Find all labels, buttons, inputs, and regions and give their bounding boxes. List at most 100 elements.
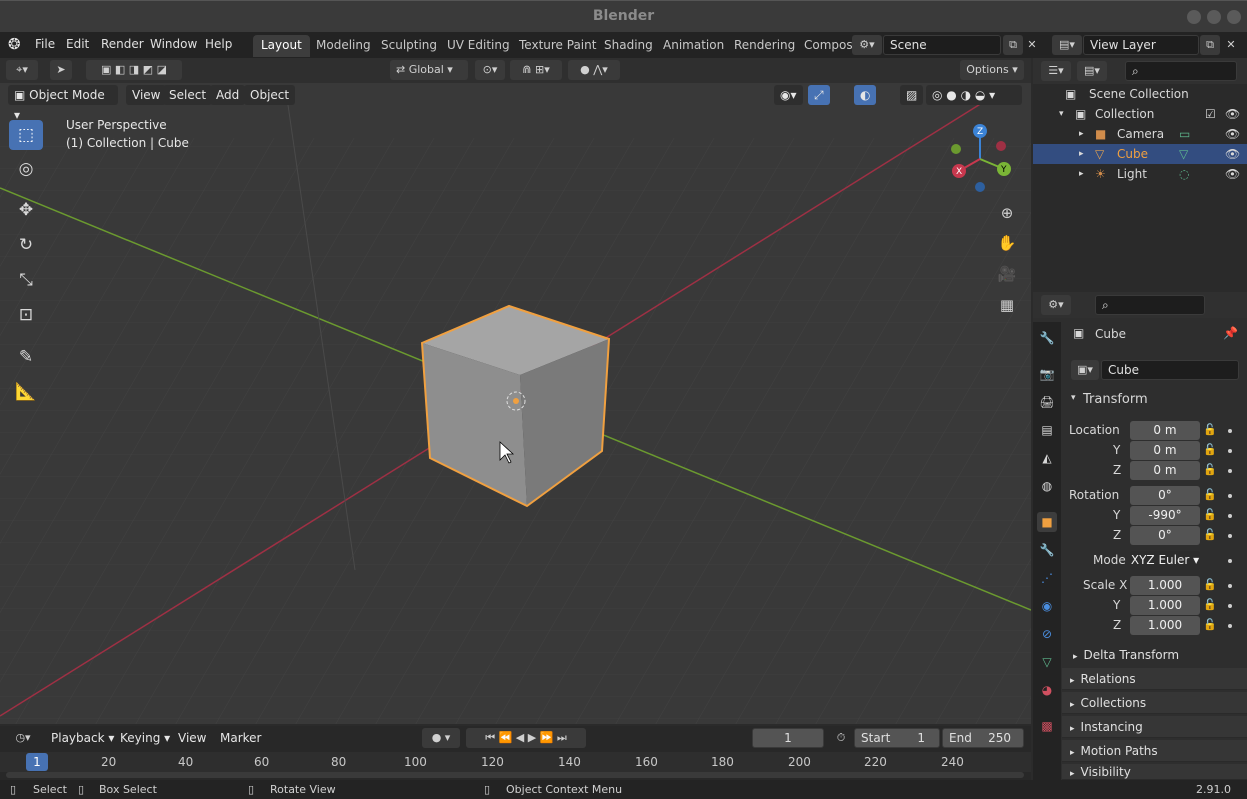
keyframe-dot[interactable]	[1228, 514, 1232, 518]
active-tool-icon[interactable]: ➤	[50, 60, 72, 80]
lock-icon[interactable]: 🔓	[1203, 443, 1217, 456]
physics-tab-icon[interactable]: ◉	[1037, 596, 1057, 616]
eye-icon[interactable]: 👁	[1225, 104, 1240, 124]
expand-icon[interactable]: ▸	[1079, 144, 1084, 164]
close-icon[interactable]	[1227, 10, 1241, 24]
scene-name-field[interactable]: Scene	[883, 35, 1001, 55]
collapse-icon[interactable]: ▾	[1059, 104, 1064, 124]
eye-icon[interactable]: 👁	[1225, 144, 1240, 164]
preview-range-icon[interactable]: ⏱	[832, 728, 850, 748]
record-icon[interactable]: ● ▾	[422, 728, 460, 748]
measure-icon[interactable]: 📐	[9, 377, 43, 407]
texture-tab-icon[interactable]: ▩	[1037, 716, 1057, 736]
mode-dropdown[interactable]: ▣ Object Mode ▾	[8, 85, 118, 122]
start-frame-field[interactable]: Start 1	[854, 728, 940, 748]
menu-edit[interactable]: Edit	[66, 37, 89, 51]
outliner-scene-collection[interactable]: ▣ Scene Collection	[1033, 84, 1247, 104]
rotation-y-field[interactable]: -990°	[1130, 506, 1200, 525]
keyframe-dot[interactable]	[1228, 604, 1232, 608]
eye-icon[interactable]: 👁	[1225, 164, 1240, 184]
tab-layout[interactable]: Layout	[253, 35, 310, 57]
current-frame-field[interactable]: 1	[752, 728, 824, 748]
rotation-x-field[interactable]: 0°	[1130, 486, 1200, 505]
collapse-icon[interactable]: ▾	[1071, 393, 1076, 403]
overlay-icon[interactable]: ◐	[854, 85, 877, 105]
menu-file[interactable]: File	[35, 37, 55, 51]
move-icon[interactable]: ✥	[9, 195, 43, 225]
playback-controls[interactable]: ⏮ ⏪ ◀ ▶ ⏩ ⏭	[466, 728, 586, 748]
select-mode-icons[interactable]: ▣ ◧ ◨ ◩ ◪	[86, 60, 182, 80]
lock-icon[interactable]: 🔓	[1203, 488, 1217, 501]
tab-texture-paint[interactable]: Texture Paint	[511, 35, 604, 57]
collections-panel[interactable]: ▸ Collections	[1062, 692, 1247, 714]
particles-tab-icon[interactable]: ⋰	[1037, 568, 1057, 588]
outliner-search-input[interactable]: ⌕	[1125, 61, 1237, 81]
keyframe-dot[interactable]	[1228, 559, 1232, 563]
tab-shading[interactable]: Shading	[596, 35, 661, 57]
scene-tab-icon[interactable]: ◭	[1037, 448, 1057, 468]
tab-sculpting[interactable]: Sculpting	[373, 35, 445, 57]
eye-icon[interactable]: 👁	[1225, 124, 1240, 144]
render-tab-icon[interactable]: 📷	[1037, 364, 1057, 384]
visibility-icon[interactable]: ◉▾	[774, 85, 803, 105]
playback-menu[interactable]: Playback ▾	[45, 728, 120, 748]
checkbox-icon[interactable]: ☑	[1205, 104, 1216, 124]
keyframe-dot[interactable]	[1228, 534, 1232, 538]
camera-view-icon[interactable]: 🎥	[994, 261, 1020, 287]
menu-object[interactable]: Object	[244, 85, 296, 105]
outliner-item-light[interactable]: ▸ ☀ Light ◌ 👁	[1033, 164, 1247, 184]
modifier-tab-icon[interactable]: 🔧	[1037, 540, 1057, 560]
relations-panel[interactable]: ▸ Relations	[1062, 668, 1247, 690]
keying-menu[interactable]: Keying ▾	[114, 728, 176, 748]
view-layer-remove-icon[interactable]: ✕	[1222, 35, 1240, 55]
xray-icon[interactable]: ▨	[900, 85, 924, 105]
marker-menu[interactable]: Marker	[214, 728, 267, 748]
ortho-toggle-icon[interactable]: ▦	[994, 292, 1020, 318]
material-tab-icon[interactable]: ◕	[1037, 680, 1057, 700]
keyframe-dot[interactable]	[1228, 624, 1232, 628]
zoom-icon[interactable]: ⊕	[994, 200, 1020, 226]
blender-logo-icon[interactable]: ❂	[8, 35, 21, 53]
lock-icon[interactable]: 🔓	[1203, 618, 1217, 631]
timeline-ruler[interactable]: 1 20 40 60 80 100 120 140 160 180 200 22…	[0, 752, 1031, 772]
location-x-field[interactable]: 0 m	[1130, 421, 1200, 440]
view-layer-copy-icon[interactable]: ⧉	[1200, 35, 1220, 55]
orientation-dropdown[interactable]: ⇄ Global ▾	[390, 60, 468, 80]
outliner-collection[interactable]: ▾ ▣ Collection ☑ 👁	[1033, 104, 1247, 124]
options-dropdown[interactable]: Options ▾	[960, 60, 1024, 80]
constraints-tab-icon[interactable]: ⊘	[1037, 624, 1057, 644]
scene-copy-icon[interactable]: ⧉	[1003, 35, 1023, 55]
editor-type-icon[interactable]: ⌖▾	[6, 60, 38, 80]
visibility-panel[interactable]: ▸ Visibility	[1062, 764, 1247, 780]
outliner-editor-icon[interactable]: ☰▾	[1041, 61, 1071, 81]
rotate-icon[interactable]: ↻	[9, 230, 43, 260]
keyframe-dot[interactable]	[1228, 469, 1232, 473]
rotation-mode-dropdown[interactable]: XYZ Euler ▾	[1130, 551, 1200, 570]
navigation-gizmo[interactable]: Z Y X	[942, 121, 1022, 201]
menu-help[interactable]: Help	[205, 37, 232, 51]
view-layer-browse-icon[interactable]: ▤▾	[1052, 35, 1082, 55]
scale-y-field[interactable]: 1.000	[1130, 596, 1200, 615]
object-tab-icon[interactable]: ■	[1037, 512, 1057, 532]
menu-window[interactable]: Window	[150, 37, 197, 51]
menu-view[interactable]: View	[126, 85, 167, 105]
scale-icon[interactable]: ⤡	[9, 265, 43, 295]
select-box-icon[interactable]: ⬚	[9, 120, 43, 150]
keyframe-dot[interactable]	[1228, 429, 1232, 433]
scene-browse-icon[interactable]: ⚙▾	[852, 35, 882, 55]
scale-x-field[interactable]: 1.000	[1130, 576, 1200, 595]
menu-select[interactable]: Select	[163, 85, 213, 105]
tool-tab-icon[interactable]: 🔧	[1037, 328, 1057, 348]
timeline-view-menu[interactable]: View	[172, 728, 212, 748]
data-tab-icon[interactable]: ▽	[1037, 652, 1057, 672]
lock-icon[interactable]: 🔓	[1203, 528, 1217, 541]
transform-icon[interactable]: ⊡	[9, 300, 43, 330]
outliner-item-camera[interactable]: ▸ ■ Camera ▭ 👁	[1033, 124, 1247, 144]
scene-remove-icon[interactable]: ✕	[1024, 35, 1040, 55]
pan-icon[interactable]: ✋	[994, 230, 1020, 256]
lock-icon[interactable]: 🔓	[1203, 508, 1217, 521]
pin-icon[interactable]: 📌	[1223, 326, 1238, 340]
view-layer-field[interactable]: View Layer	[1083, 35, 1199, 55]
end-frame-field[interactable]: End 250	[942, 728, 1024, 748]
3d-viewport[interactable]: ⌖▾ ➤ ▣ ◧ ◨ ◩ ◪ ⇄ Global ▾ ⊙▾ ⋒ ⊞▾ ● ⋀▾ O…	[0, 58, 1031, 724]
